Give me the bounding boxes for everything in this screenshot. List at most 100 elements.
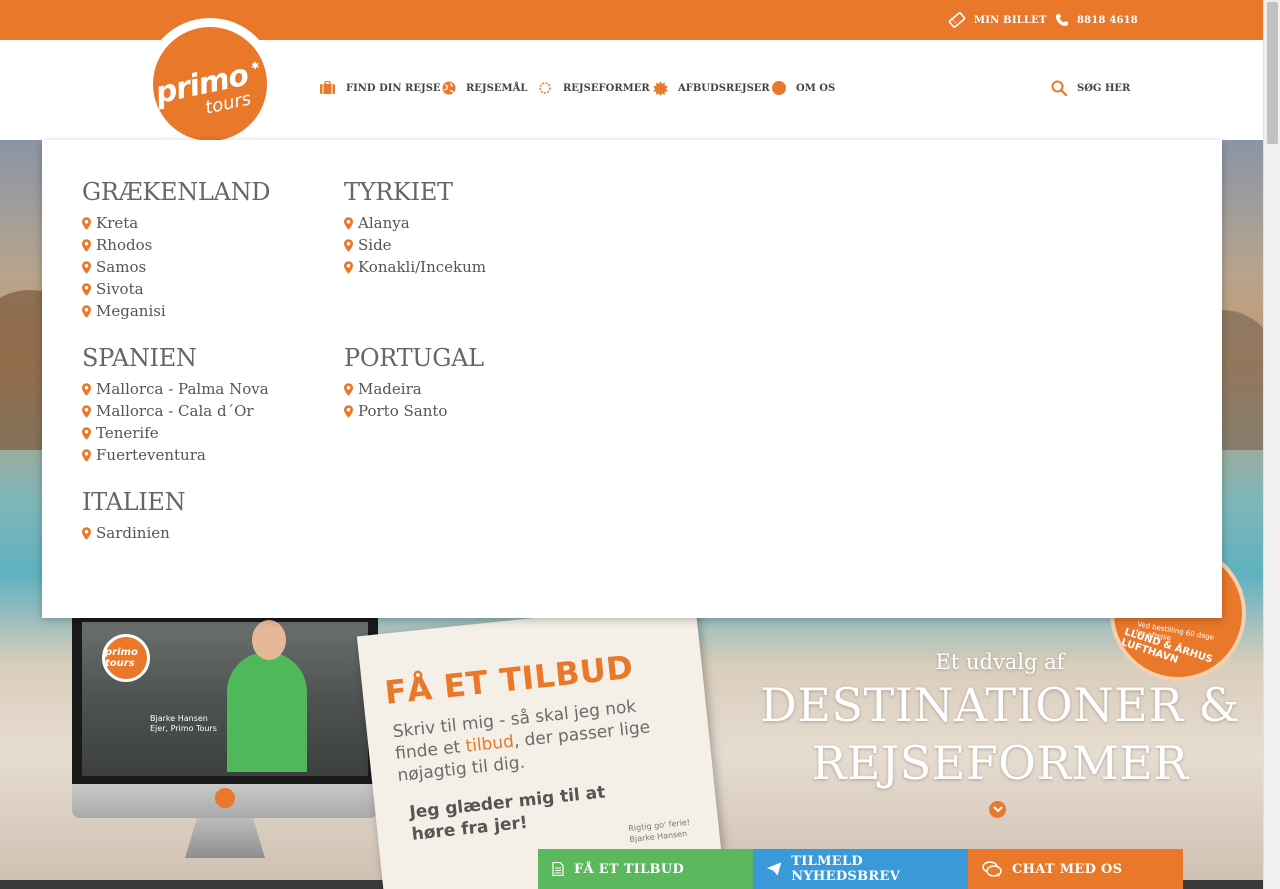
- note-bold-text: Jeg glæder mig til at høre fra jer!: [408, 782, 607, 845]
- hero-title-line-1: DESTINATIONER &: [760, 678, 1240, 732]
- group-italien: ITALIEN Sardinien: [82, 488, 186, 544]
- circle-icon: [772, 81, 786, 95]
- document-icon: [552, 862, 564, 876]
- destination-label: Sivota: [96, 280, 144, 298]
- paper-plane-icon: [767, 862, 782, 876]
- destination-label: Madeira: [358, 380, 422, 398]
- video-presenter-head: [252, 620, 286, 660]
- cta-label: FÅ ET TILBUD: [574, 861, 685, 877]
- monitor-logo-dot: [215, 788, 235, 808]
- destination-link[interactable]: Porto Santo: [344, 400, 484, 422]
- ticket-icon: [948, 12, 966, 28]
- destination-link[interactable]: Alanya: [344, 212, 486, 234]
- map-pin-icon: [82, 526, 91, 540]
- destination-link[interactable]: Madeira: [344, 378, 484, 400]
- video-player[interactable]: primo tours Bjarke Hansen Ejer, Primo To…: [72, 612, 378, 784]
- destination-link[interactable]: Mallorca - Cala d´Or: [82, 400, 269, 422]
- group-title: ITALIEN: [82, 488, 186, 516]
- destination-label: Meganisi: [96, 302, 166, 320]
- map-pin-icon: [344, 238, 353, 252]
- map-pin-icon: [82, 260, 91, 274]
- newsletter-button[interactable]: TILMELD NYHEDSBREV: [753, 849, 968, 889]
- nav-find-din-rejse[interactable]: FIND DIN REJSE: [319, 78, 441, 98]
- destination-link[interactable]: Kreta: [82, 212, 270, 234]
- group-tyrkiet: TYRKIET Alanya Side Konakli/Incekum: [344, 178, 486, 278]
- chevron-down-icon: [992, 806, 1003, 813]
- cta-label: TILMELD NYHEDSBREV: [791, 854, 901, 884]
- destination-label: Kreta: [96, 214, 139, 232]
- monitor-chin: [72, 784, 378, 818]
- chat-icon: [982, 861, 1002, 877]
- nav-afbudsrejser[interactable]: AFBUDSREJSER: [653, 78, 770, 98]
- note-body-highlight: tilbud: [464, 731, 515, 757]
- caption-name: Bjarke Hansen: [150, 714, 208, 723]
- destination-link[interactable]: Tenerife: [82, 422, 269, 444]
- nav-label: FIND DIN REJSE: [346, 82, 441, 94]
- map-pin-icon: [344, 382, 353, 396]
- destination-link[interactable]: Rhodos: [82, 234, 270, 256]
- phone-link[interactable]: 8818 4618: [1055, 0, 1138, 40]
- video-presenter: [227, 652, 307, 772]
- group-title: TYRKIET: [344, 178, 453, 206]
- nav-om-os[interactable]: OM OS: [772, 78, 835, 98]
- nav-label: REJSEMÅL: [466, 82, 528, 94]
- group-title: GRÆKENLAND: [82, 178, 271, 206]
- destination-link[interactable]: Mallorca - Palma Nova: [82, 378, 269, 400]
- destination-link[interactable]: Fuerteventura: [82, 444, 269, 466]
- destination-link[interactable]: Konakli/Incekum: [344, 256, 486, 278]
- search-link[interactable]: SØG HER: [1051, 78, 1130, 98]
- map-pin-icon: [344, 260, 353, 274]
- destination-label: Mallorca - Palma Nova: [96, 380, 269, 398]
- group-portugal: PORTUGAL Madeira Porto Santo: [344, 344, 484, 422]
- destination-label: Samos: [96, 258, 147, 276]
- map-pin-icon: [82, 216, 91, 230]
- destination-link[interactable]: Sivota: [82, 278, 270, 300]
- logo-star-icon: ✱: [251, 61, 260, 72]
- sun-icon: [539, 82, 551, 94]
- scroll-down-button[interactable]: [989, 801, 1006, 818]
- search-icon: [1051, 80, 1067, 96]
- nav-label: REJSEFORMER: [563, 82, 650, 94]
- nav-rejseformer[interactable]: REJSEFORMER: [537, 78, 650, 98]
- nav-label: OM OS: [796, 82, 836, 94]
- get-offer-button[interactable]: FÅ ET TILBUD: [538, 849, 753, 889]
- burst-icon: [653, 80, 668, 96]
- globe-icon: [442, 81, 456, 95]
- page-scrollbar[interactable]: [1263, 0, 1280, 889]
- destination-label: Side: [358, 236, 392, 254]
- phone-icon: [1056, 14, 1068, 26]
- scrollbar-thumb[interactable]: [1267, 2, 1278, 144]
- map-pin-icon: [82, 238, 91, 252]
- destination-label: Mallorca - Cala d´Or: [96, 402, 254, 420]
- offer-note-card[interactable]: FÅ ET TILBUD Skriv til mig - så skal jeg…: [356, 600, 724, 889]
- nav-label: AFBUDSREJSER: [678, 82, 770, 94]
- destination-link[interactable]: Side: [344, 234, 486, 256]
- destination-link[interactable]: Sardinien: [82, 522, 185, 544]
- cta-label: CHAT MED OS: [1012, 861, 1123, 877]
- map-pin-icon: [82, 382, 91, 396]
- my-ticket-link[interactable]: MIN BILLET: [948, 0, 1047, 40]
- caption-role: Ejer, Primo Tours: [150, 724, 217, 733]
- suitcase-icon: [320, 81, 335, 94]
- phone-number: 8818 4618: [1077, 14, 1138, 26]
- video-logo: primo tours: [102, 634, 150, 682]
- video-caption: Bjarke Hansen Ejer, Primo Tours: [150, 714, 217, 734]
- map-pin-icon: [344, 404, 353, 418]
- map-pin-icon: [82, 404, 91, 418]
- destination-link[interactable]: Meganisi: [82, 300, 270, 322]
- destination-label: Konakli/Incekum: [358, 258, 487, 276]
- destination-link[interactable]: Samos: [82, 256, 270, 278]
- map-pin-icon: [82, 448, 91, 462]
- map-pin-icon: [82, 426, 91, 440]
- map-pin-icon: [82, 304, 91, 318]
- chat-button[interactable]: CHAT MED OS: [968, 849, 1183, 889]
- group-title: PORTUGAL: [344, 344, 484, 372]
- hero-title-line-2: REJSEFORMER: [811, 736, 1189, 790]
- search-label: SØG HER: [1077, 82, 1131, 94]
- my-ticket-label: MIN BILLET: [974, 14, 1047, 26]
- monitor-stand: [185, 818, 265, 858]
- nav-rejsemaal[interactable]: REJSEMÅL: [442, 78, 527, 98]
- primo-tours-logo[interactable]: primo ✱ tours: [153, 27, 267, 141]
- map-pin-icon: [82, 282, 91, 296]
- group-graekenland: GRÆKENLAND Kreta Rhodos Samos Sivota Meg…: [82, 178, 271, 322]
